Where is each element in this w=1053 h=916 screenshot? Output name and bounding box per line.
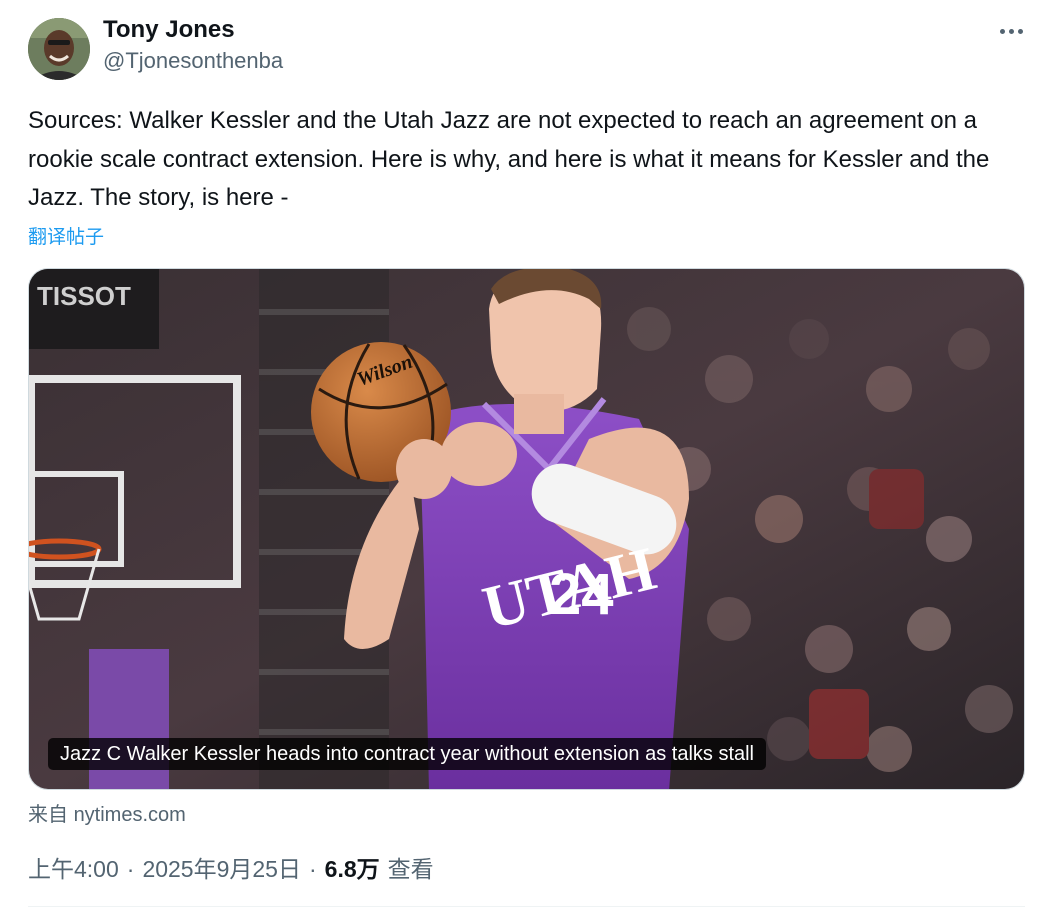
tweet-text: Sources: Walker Kessler and the Utah Jaz…: [28, 107, 990, 211]
more-options-button[interactable]: [994, 20, 1028, 42]
views-label: 查看: [387, 856, 434, 882]
author-name[interactable]: Tony Jones: [103, 16, 235, 44]
tweet-meta: 上午4:00 · 2025年9月25日 · 6.8万 查看: [28, 850, 434, 884]
source-prefix: 来自: [28, 804, 68, 826]
link-source: 来自 nytimes.com: [28, 798, 186, 827]
meta-separator: ·: [126, 856, 135, 882]
more-horizontal-icon-dot: [1008, 28, 1014, 34]
media-card[interactable]: TISSOT UTAH 24 Wilson Jazz C Walker Kess…: [28, 268, 1025, 790]
media-caption: Jazz C Walker Kessler heads into contrac…: [48, 738, 767, 770]
tweet-time[interactable]: 上午4:00: [28, 850, 119, 884]
translate-post-link[interactable]: 翻译帖子: [28, 222, 104, 249]
source-domain-link[interactable]: nytimes.com: [74, 804, 186, 826]
author-handle[interactable]: @Tjonesonthenba: [103, 48, 283, 74]
tweet-date[interactable]: 2025年9月25日: [142, 850, 301, 884]
meta-separator: ·: [308, 856, 317, 882]
article-photo: TISSOT UTAH 24 Wilson: [29, 269, 1024, 789]
views-count: 6.8万: [324, 856, 380, 882]
more-horizontal-icon: [999, 28, 1005, 34]
arena-sign-text: TISSOT: [37, 281, 131, 311]
avatar-image: [28, 18, 90, 80]
more-horizontal-icon-dot: [1017, 28, 1023, 34]
divider: [28, 906, 1025, 907]
jersey-number-text: 24: [549, 562, 614, 627]
avatar[interactable]: [28, 18, 90, 80]
